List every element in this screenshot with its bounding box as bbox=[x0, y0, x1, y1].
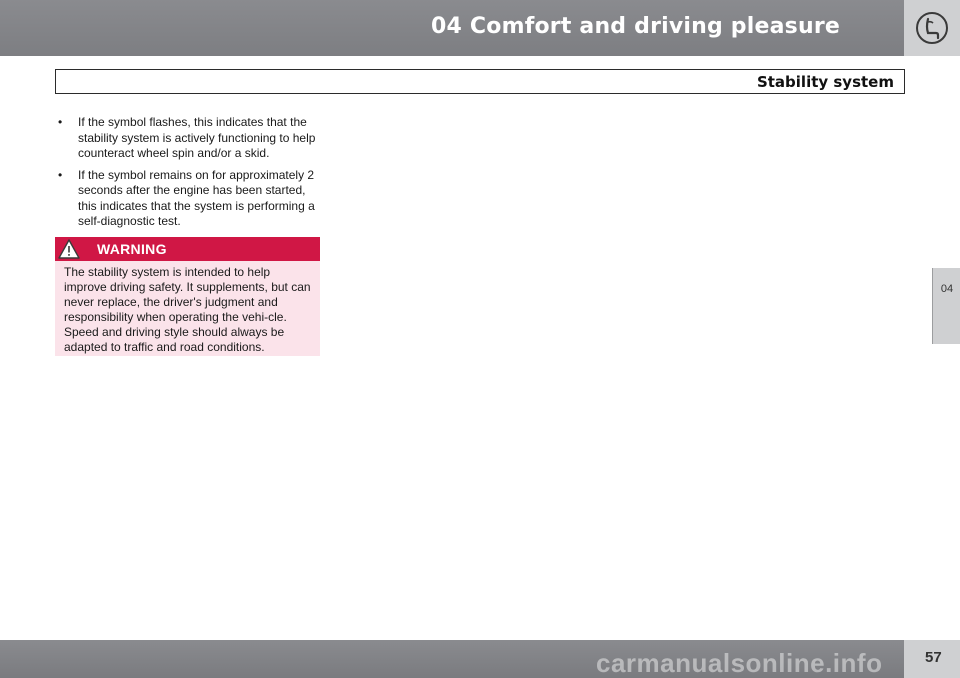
warning-text: The stability system is intended to help… bbox=[64, 265, 311, 354]
chapter-title: 04 Comfort and driving pleasure bbox=[431, 14, 840, 39]
manual-page: 04 Comfort and driving pleasure Stabilit… bbox=[0, 0, 960, 678]
chapter-icon-box bbox=[904, 0, 960, 56]
section-header: Stability system bbox=[55, 69, 905, 94]
list-item: • If the symbol flashes, this indicates … bbox=[58, 115, 324, 162]
header-band: 04 Comfort and driving pleasure bbox=[0, 0, 904, 56]
bullet-text: If the symbol flashes, this indicates th… bbox=[78, 115, 316, 160]
warning-triangle-icon bbox=[58, 239, 80, 259]
bullet-list: • If the symbol flashes, this indicates … bbox=[58, 115, 324, 236]
list-item: • If the symbol remains on for approxima… bbox=[58, 168, 324, 230]
watermark-text: carmanualsonline.info bbox=[596, 648, 883, 678]
bullet-text: If the symbol remains on for approximate… bbox=[78, 167, 315, 229]
section-title: Stability system bbox=[756, 73, 894, 91]
warning-header: WARNING bbox=[55, 237, 320, 261]
side-tab-label: 04 bbox=[940, 283, 954, 295]
bullet-marker: • bbox=[58, 167, 63, 182]
chapter-side-tab[interactable]: 04 bbox=[932, 268, 960, 344]
warning-box: WARNING The stability system is intended… bbox=[55, 237, 320, 356]
page-number: 57 bbox=[925, 649, 942, 666]
seat-icon bbox=[916, 12, 948, 44]
warning-label: WARNING bbox=[97, 241, 167, 257]
bullet-marker: • bbox=[58, 115, 63, 129]
